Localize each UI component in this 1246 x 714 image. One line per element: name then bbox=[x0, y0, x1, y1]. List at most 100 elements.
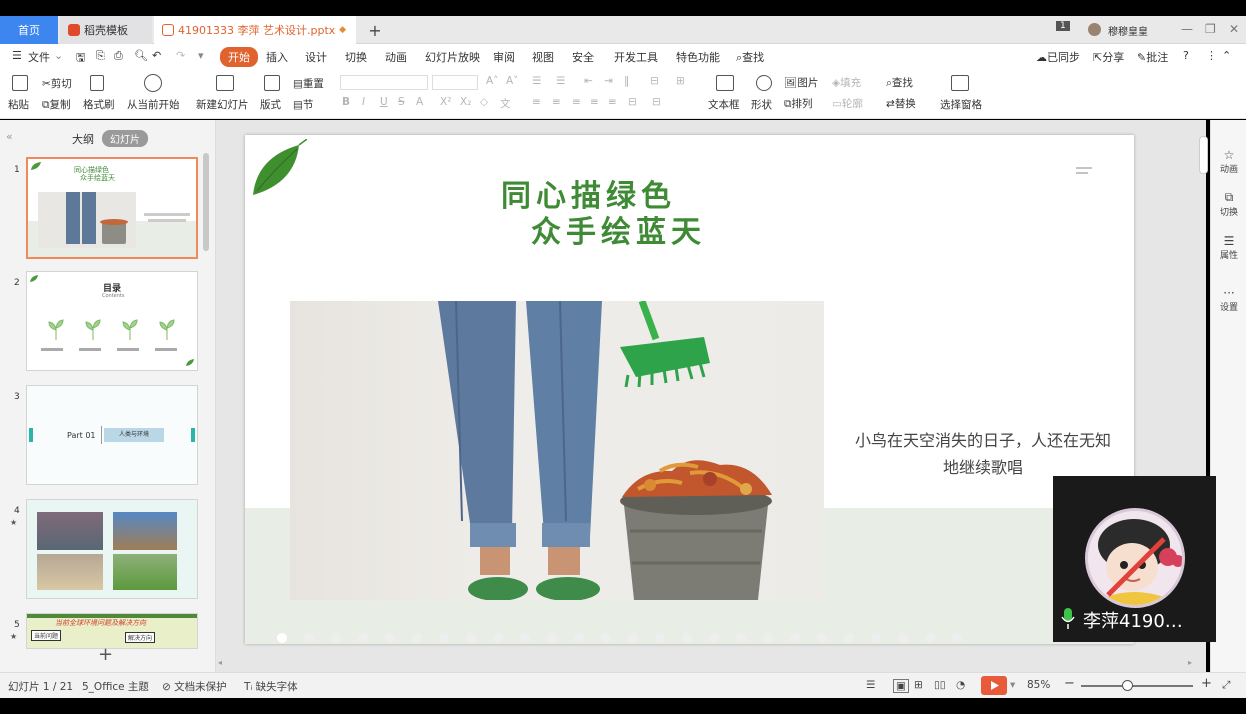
slide-caption[interactable]: 小鸟在天空消失的日子，人还在无知地继续歌唱 bbox=[853, 427, 1113, 481]
from-current-button[interactable]: 从当前开始 bbox=[127, 97, 180, 112]
slide-thumbnail-3[interactable]: Part 01 人类与环境 bbox=[26, 385, 198, 485]
properties-panel-button[interactable]: ☰ 属性 bbox=[1211, 234, 1246, 261]
slide-title-line-2[interactable]: 众手绘蓝天 bbox=[531, 207, 706, 251]
collapse-panel-icon[interactable]: « bbox=[6, 130, 13, 143]
shape-button[interactable]: 形状 bbox=[751, 97, 772, 112]
subscript-icon[interactable]: X₂ bbox=[460, 96, 471, 108]
layout-icon[interactable] bbox=[264, 75, 280, 91]
hamburger-icon[interactable]: ☰ bbox=[12, 49, 22, 62]
paste-button[interactable]: 粘贴 bbox=[8, 97, 29, 112]
export-icon[interactable]: ⎘ bbox=[96, 49, 105, 63]
missing-font-status[interactable]: Tᵢ 缺失字体 bbox=[244, 679, 298, 694]
print-icon[interactable]: ⎙ bbox=[114, 49, 123, 63]
fit-window-icon[interactable]: ⤢ bbox=[1222, 679, 1230, 692]
menu-view[interactable]: 视图 bbox=[532, 49, 554, 65]
distribute-icon[interactable]: ≡ bbox=[608, 96, 617, 108]
new-slide-button[interactable]: 新建幻灯片 bbox=[196, 97, 249, 112]
menu-search[interactable]: ⌕查找 bbox=[736, 49, 764, 65]
play-from-current-icon[interactable] bbox=[144, 74, 162, 92]
smartart-icon[interactable]: ⊟ bbox=[652, 96, 661, 108]
settings-panel-button[interactable]: ··· 设置 bbox=[1211, 286, 1246, 313]
line-spacing-icon[interactable]: ‖ bbox=[624, 75, 629, 87]
menu-design[interactable]: 设计 bbox=[305, 49, 327, 65]
reset-button[interactable]: ▤重置 bbox=[293, 76, 324, 91]
numbering-icon[interactable]: ☰ bbox=[556, 75, 565, 87]
menu-security[interactable]: 安全 bbox=[572, 49, 594, 65]
superscript-icon[interactable]: X² bbox=[440, 96, 451, 108]
tab-home[interactable]: 首页 bbox=[0, 16, 58, 44]
menu-insert[interactable]: 插入 bbox=[266, 49, 288, 65]
select-pane-button[interactable]: 选择窗格 bbox=[940, 97, 982, 112]
collapse-ribbon-icon[interactable]: ⌃ bbox=[1222, 49, 1231, 62]
arrange-button[interactable]: ⧉排列 bbox=[784, 96, 813, 111]
normal-view-icon[interactable]: ▣ bbox=[893, 679, 909, 693]
share-button[interactable]: ⇱分享 bbox=[1093, 49, 1124, 65]
theme-name[interactable]: 5_Office 主题 bbox=[82, 679, 149, 694]
select-pane-icon[interactable] bbox=[951, 75, 969, 91]
paste-icon[interactable] bbox=[12, 75, 28, 91]
tab-document[interactable]: 41901333 李萍 艺术设计.pptx ◆ bbox=[154, 16, 356, 44]
menu-animation[interactable]: 动画 bbox=[385, 49, 407, 65]
italic-icon[interactable]: I bbox=[362, 96, 365, 108]
slide-photo[interactable] bbox=[290, 301, 824, 600]
font-name-select[interactable] bbox=[340, 75, 428, 90]
justify-icon[interactable]: ≡ bbox=[590, 96, 599, 108]
strikethrough-icon[interactable]: S bbox=[398, 96, 405, 108]
current-slide[interactable]: 同心描绿色 众手绘蓝天 小鸟在天空消失的日子，人还在无知地继续歌唱 bbox=[245, 135, 1134, 644]
text-align-icon[interactable]: ⊟ bbox=[628, 96, 637, 108]
bullets-icon[interactable]: ☰ bbox=[532, 75, 541, 87]
redo-icon[interactable]: ↷ bbox=[176, 49, 185, 62]
menu-features[interactable]: 特色功能 bbox=[676, 49, 720, 65]
columns-icon[interactable]: ⊞ bbox=[676, 75, 685, 87]
user-name[interactable]: 穆穆皇皇 bbox=[1108, 23, 1148, 38]
protection-status[interactable]: ⊘ 文档未保护 bbox=[162, 679, 227, 694]
align-right-icon[interactable]: ≡ bbox=[572, 96, 581, 108]
underline-icon[interactable]: U bbox=[380, 96, 388, 108]
grow-font-icon[interactable]: A˄ bbox=[486, 75, 498, 87]
file-dropdown-icon[interactable]: ⌄ bbox=[54, 49, 63, 62]
tab-outline[interactable]: 大纲 bbox=[72, 131, 94, 147]
animation-panel-button[interactable]: ☆ 动画 bbox=[1211, 148, 1246, 175]
menu-review[interactable]: 审阅 bbox=[493, 49, 515, 65]
scroll-right-icon[interactable]: ▸ bbox=[1188, 658, 1192, 667]
replace-button[interactable]: ⇄替换 bbox=[886, 96, 916, 111]
shrink-font-icon[interactable]: A˅ bbox=[506, 75, 518, 87]
new-slide-icon[interactable] bbox=[216, 75, 234, 91]
annotate-button[interactable]: ✎批注 bbox=[1137, 49, 1168, 65]
char-spacing-icon[interactable]: 文 bbox=[500, 96, 511, 111]
quick-access-more-icon[interactable]: ▾ bbox=[198, 49, 204, 62]
slide-thumbnail-4[interactable] bbox=[26, 499, 198, 599]
new-tab-button[interactable]: + bbox=[362, 16, 388, 44]
zoom-slider-track[interactable] bbox=[1081, 685, 1193, 687]
text-direction-icon[interactable]: ⊟ bbox=[650, 75, 659, 87]
menu-slideshow[interactable]: 幻灯片放映 bbox=[425, 49, 480, 65]
outline-button[interactable]: ▭轮廓 bbox=[832, 96, 863, 111]
bold-icon[interactable]: B bbox=[342, 96, 350, 108]
font-color-icon[interactable]: A bbox=[416, 96, 423, 108]
cut-button[interactable]: ✂剪切 bbox=[42, 76, 72, 91]
minimize-icon[interactable]: — bbox=[1181, 22, 1193, 36]
zoom-out-icon[interactable]: − bbox=[1064, 676, 1075, 691]
undo-icon[interactable]: ↶ bbox=[152, 49, 161, 62]
close-icon[interactable]: ✕ bbox=[1229, 22, 1239, 36]
text-box-icon[interactable] bbox=[716, 75, 734, 91]
scroll-left-icon[interactable]: ◂ bbox=[218, 658, 222, 667]
play-slideshow-button[interactable] bbox=[981, 676, 1007, 695]
user-avatar[interactable] bbox=[1088, 23, 1101, 36]
tab-slides[interactable]: 幻灯片 bbox=[102, 130, 148, 147]
screen-record-icon[interactable]: ◔ bbox=[956, 679, 965, 691]
zoom-slider-handle[interactable] bbox=[1122, 680, 1133, 691]
reading-view-icon[interactable]: ▯▯ bbox=[934, 679, 946, 691]
layout-button[interactable]: 版式 bbox=[260, 97, 281, 112]
restore-icon[interactable]: ❐ bbox=[1205, 22, 1216, 36]
font-size-select[interactable] bbox=[432, 75, 478, 90]
notes-icon[interactable]: ☰ bbox=[866, 679, 875, 691]
section-button[interactable]: ▤节 bbox=[293, 97, 313, 112]
format-painter-icon[interactable] bbox=[90, 75, 104, 91]
align-center-icon[interactable]: ≡ bbox=[552, 96, 561, 108]
menu-transition[interactable]: 切换 bbox=[345, 49, 367, 65]
menu-start[interactable]: 开始 bbox=[220, 47, 258, 67]
zoom-in-icon[interactable]: + bbox=[1201, 676, 1212, 691]
decrease-indent-icon[interactable]: ⇤ bbox=[584, 75, 593, 87]
sorter-view-icon[interactable]: ⊞ bbox=[914, 679, 923, 691]
